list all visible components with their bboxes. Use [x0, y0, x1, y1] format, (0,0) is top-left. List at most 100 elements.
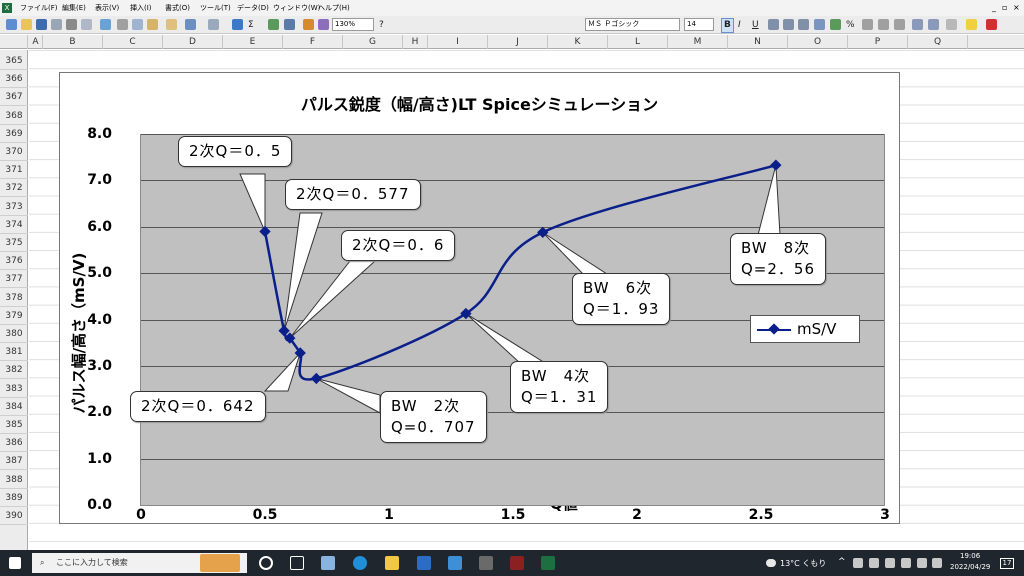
row-header[interactable]: 368 — [0, 107, 28, 125]
menu-item[interactable]: 編集(E) — [62, 0, 86, 16]
column-header[interactable]: D — [163, 35, 223, 49]
column-header[interactable]: K — [548, 35, 608, 49]
open-folder-icon[interactable] — [21, 19, 32, 30]
comma-style-icon[interactable] — [862, 19, 873, 30]
fill-color-icon[interactable] — [966, 19, 977, 30]
help-icon[interactable]: ? — [379, 17, 384, 33]
task-view-icon[interactable] — [290, 556, 304, 570]
data-point-marker[interactable] — [310, 372, 322, 385]
column-header[interactable]: B — [43, 35, 103, 49]
column-header[interactable]: O — [788, 35, 848, 49]
print-icon[interactable] — [66, 19, 77, 30]
row-header[interactable]: 371 — [0, 161, 28, 180]
row-header[interactable]: 384 — [0, 398, 28, 416]
row-header[interactable]: 370 — [0, 143, 28, 161]
excel-taskbar-icon[interactable] — [541, 556, 555, 570]
legend[interactable]: mS/V — [750, 315, 860, 343]
undo-icon[interactable] — [185, 19, 196, 30]
annotation-callout[interactable]: BW 6次 Q＝1．93 — [572, 273, 671, 325]
file-explorer-icon[interactable] — [385, 556, 399, 570]
align-right-icon[interactable] — [798, 19, 809, 30]
mail-icon[interactable] — [448, 556, 462, 570]
font-name-select[interactable]: ＭＳ Ｐゴシック — [585, 18, 680, 31]
clock-time[interactable]: 19:06 — [960, 552, 980, 560]
minimize-icon[interactable]: _ — [992, 0, 996, 16]
column-header[interactable]: A — [29, 35, 43, 49]
zoom-select[interactable]: 130% — [332, 18, 374, 31]
ltspice-icon[interactable] — [510, 556, 524, 570]
worksheet[interactable]: パルス鋭度（幅/高さ)LT Spiceシミュレーション パルス幅/高さ（mS/V… — [29, 50, 1024, 550]
sort-descending-icon[interactable] — [284, 19, 295, 30]
redo-icon[interactable] — [208, 19, 219, 30]
chart-area[interactable]: パルス鋭度（幅/高さ)LT Spiceシミュレーション パルス幅/高さ（mS/V… — [59, 72, 900, 524]
row-header[interactable]: 389 — [0, 489, 28, 507]
app-icon[interactable] — [479, 556, 493, 570]
align-center-icon[interactable] — [783, 19, 794, 30]
battery-icon[interactable] — [901, 558, 911, 568]
show-hidden-icons-icon[interactable]: ^ — [838, 557, 846, 567]
bold-button[interactable]: B — [721, 18, 734, 33]
save-icon[interactable] — [36, 19, 47, 30]
menu-item[interactable]: ツール(T) — [200, 0, 231, 16]
annotation-callout[interactable]: BW 2次 Q=0．707 — [380, 391, 487, 443]
annotation-callout[interactable]: BW 4次 Q＝1．31 — [510, 361, 609, 413]
microsoft-store-icon[interactable] — [417, 556, 431, 570]
column-header[interactable]: F — [283, 35, 343, 49]
column-header[interactable]: G — [343, 35, 403, 49]
format-painter-icon[interactable] — [166, 19, 177, 30]
menu-item[interactable]: データ(D) — [237, 0, 269, 16]
autosum-icon[interactable]: Σ — [248, 17, 254, 33]
row-header[interactable]: 380 — [0, 325, 28, 343]
increase-decimal-icon[interactable] — [878, 19, 889, 30]
excel-app-icon[interactable]: X — [2, 3, 12, 13]
menu-item[interactable]: 挿入(I) — [130, 0, 152, 16]
column-header[interactable]: E — [223, 35, 283, 49]
row-header[interactable]: 367 — [0, 88, 28, 107]
copy-icon[interactable] — [132, 19, 143, 30]
windows-start-icon[interactable] — [9, 557, 21, 569]
row-header[interactable]: 387 — [0, 452, 28, 471]
column-header[interactable]: I — [428, 35, 488, 49]
annotation-callout[interactable]: BW 8次 Q=2．56 — [730, 233, 827, 285]
font-color-icon[interactable] — [986, 19, 997, 30]
hyperlink-icon[interactable] — [232, 19, 243, 30]
column-header[interactable]: H — [403, 35, 428, 49]
row-header[interactable]: 388 — [0, 471, 28, 489]
row-header[interactable]: 374 — [0, 216, 28, 234]
menu-item[interactable]: ファイル(F) — [20, 0, 58, 16]
percent-button[interactable]: % — [846, 17, 855, 33]
select-all-corner[interactable] — [0, 35, 28, 49]
camera-app-icon[interactable] — [321, 556, 335, 570]
row-header[interactable]: 376 — [0, 252, 28, 271]
edge-browser-icon[interactable] — [353, 556, 367, 570]
clock-date[interactable]: 2022/04/29 — [950, 563, 990, 571]
column-header[interactable]: C — [103, 35, 163, 49]
row-header[interactable]: 382 — [0, 361, 28, 380]
menu-item[interactable]: ウィンドウ(W) — [273, 0, 320, 16]
column-header[interactable]: M — [668, 35, 728, 49]
increase-indent-icon[interactable] — [928, 19, 939, 30]
sort-ascending-icon[interactable] — [268, 19, 279, 30]
underline-button[interactable]: U — [752, 17, 759, 33]
spelling-icon[interactable] — [100, 19, 111, 30]
ime-icon[interactable] — [932, 558, 942, 568]
annotation-callout[interactable]: 2次Q＝0．642 — [130, 391, 266, 422]
currency-icon[interactable] — [830, 19, 841, 30]
row-header[interactable]: 379 — [0, 307, 28, 325]
decrease-decimal-icon[interactable] — [894, 19, 905, 30]
row-header[interactable]: 372 — [0, 179, 28, 198]
borders-icon[interactable] — [946, 19, 957, 30]
data-point-marker[interactable] — [770, 159, 782, 171]
align-left-icon[interactable] — [768, 19, 779, 30]
merge-center-icon[interactable] — [814, 19, 825, 30]
column-header[interactable]: N — [728, 35, 788, 49]
row-header[interactable]: 377 — [0, 270, 28, 289]
annotation-callout[interactable]: 2次Q＝0．577 — [285, 179, 421, 210]
font-size-select[interactable]: 14 — [684, 18, 714, 31]
data-point-marker[interactable] — [259, 225, 271, 238]
search-highlight-icon[interactable] — [200, 554, 240, 572]
restore-icon[interactable]: ▫ — [1002, 0, 1007, 16]
row-header[interactable]: 366 — [0, 70, 28, 89]
row-header[interactable]: 378 — [0, 289, 28, 307]
onedrive-icon[interactable] — [885, 558, 895, 568]
